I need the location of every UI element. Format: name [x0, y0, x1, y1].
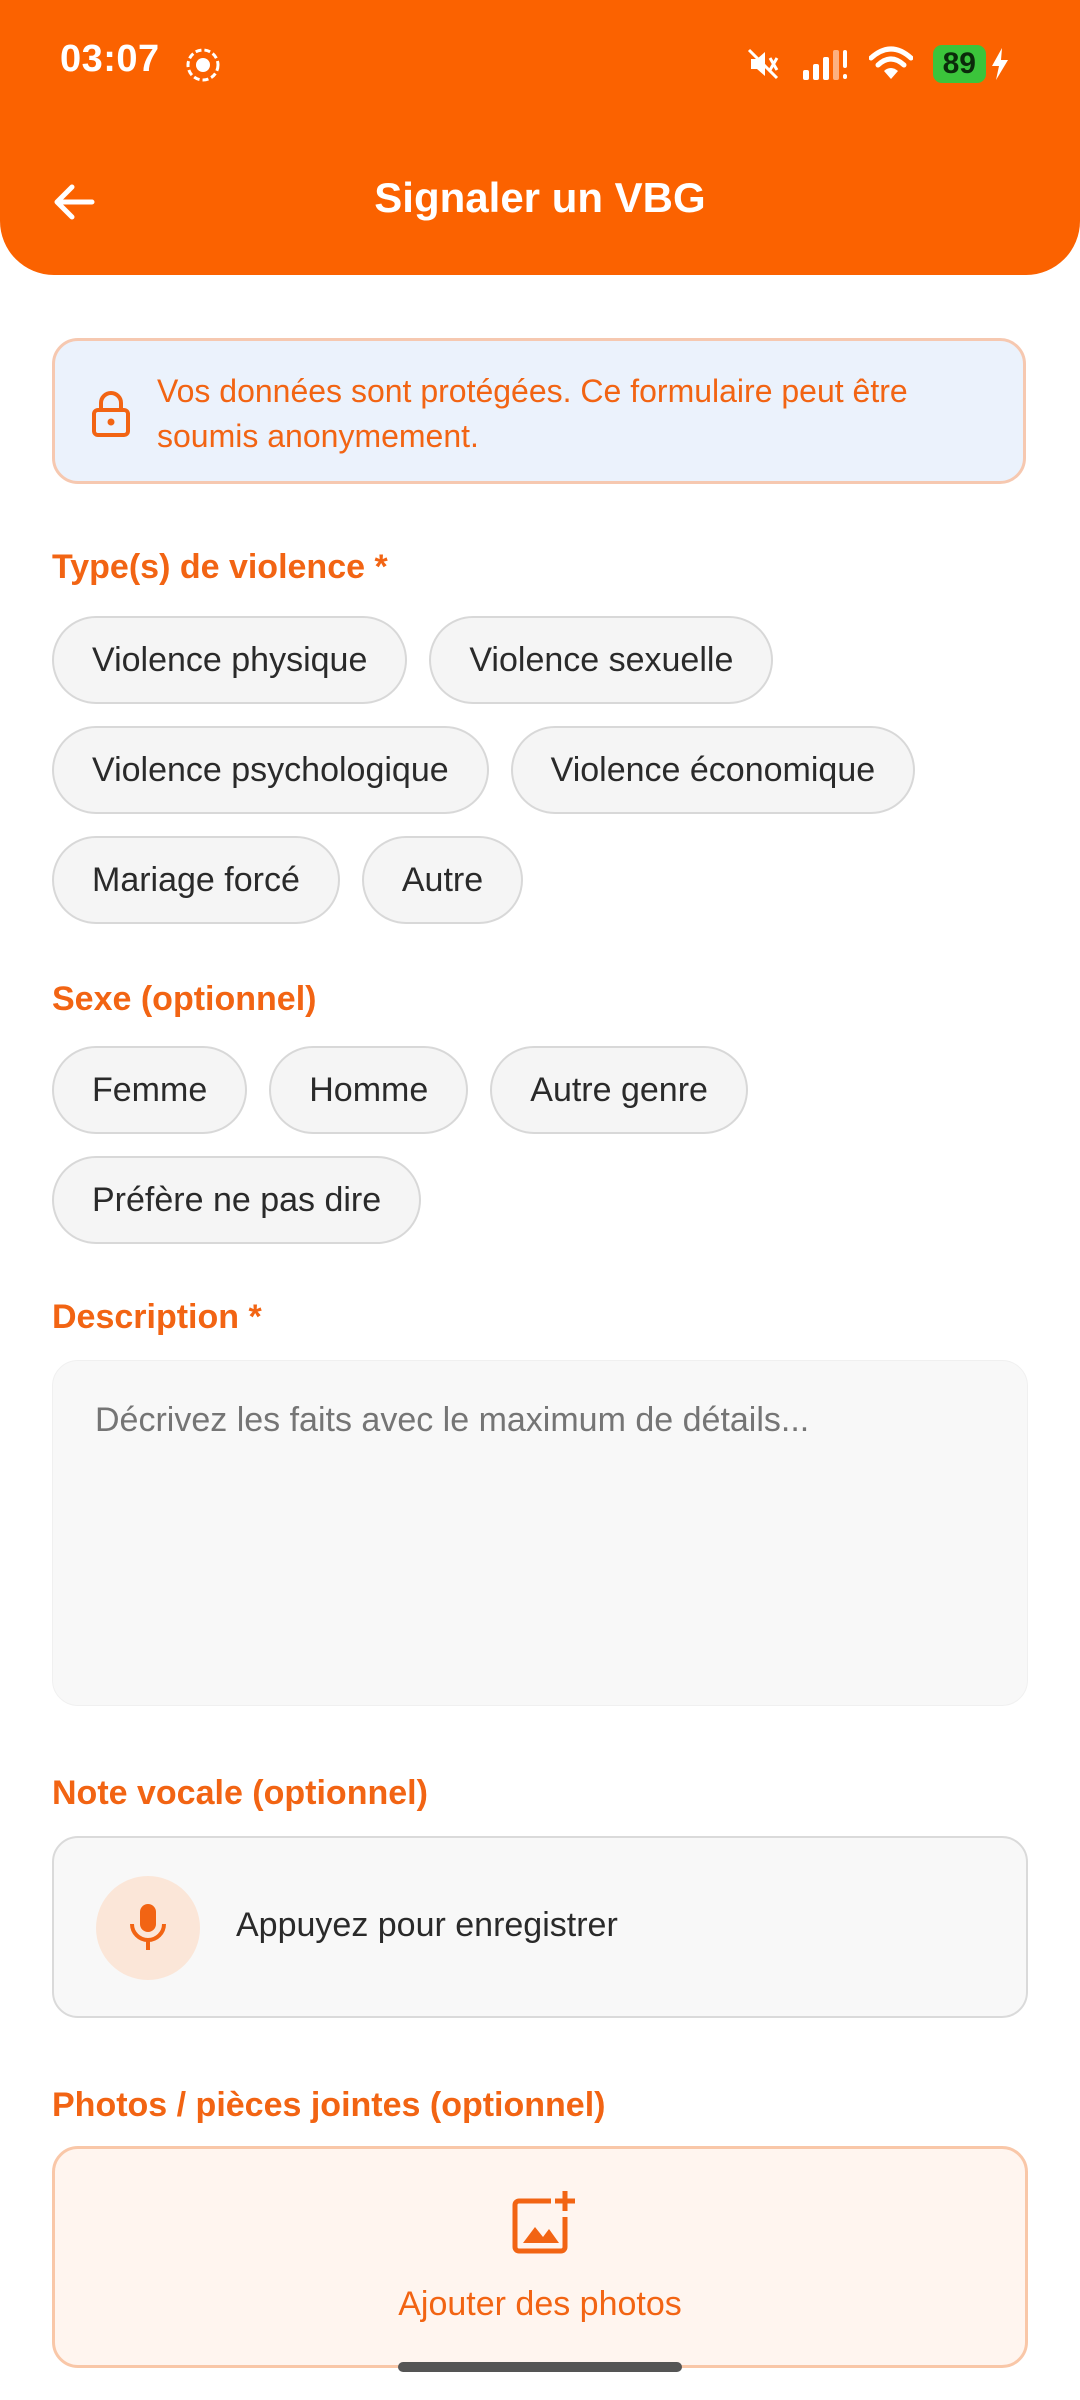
status-icons: 89 [745, 40, 1010, 88]
privacy-notice: Vos données sont protégées. Ce formulair… [52, 338, 1026, 484]
battery-level: 89 [932, 45, 986, 83]
privacy-notice-text: Vos données sont protégées. Ce formulair… [157, 373, 908, 454]
chip-violence-physique[interactable]: Violence physique [52, 616, 408, 704]
description-label: Description * [52, 1298, 262, 1336]
lock-icon [92, 391, 130, 437]
home-indicator[interactable] [398, 2362, 682, 2372]
chip-homme[interactable]: Homme [269, 1046, 469, 1134]
sexe-chips: Femme Homme Autre genre Préfère ne pas d… [52, 1046, 1028, 1266]
battery-indicator: 89 [932, 45, 1010, 83]
violence-type-chips: Violence physique Violence sexuelle Viol… [52, 616, 1028, 946]
add-photo-icon [512, 2191, 575, 2254]
record-voice-button[interactable]: Appuyez pour enregistrer [52, 1836, 1028, 2018]
charging-icon [992, 48, 1008, 80]
mic-button[interactable] [96, 1876, 200, 1980]
wifi-icon [868, 46, 913, 79]
voice-note-label: Note vocale (optionnel) [52, 1774, 428, 1812]
chip-prefere-ne-pas-dire[interactable]: Préfère ne pas dire [52, 1156, 422, 1244]
violence-type-label: Type(s) de violence * [52, 548, 388, 586]
add-photos-label: Ajouter des photos [398, 2285, 682, 2323]
attachments-label: Photos / pièces jointes (optionnel) [52, 2086, 606, 2124]
page-title: Signaler un VBG [374, 174, 706, 221]
chip-violence-sexuelle[interactable]: Violence sexuelle [429, 616, 774, 704]
chip-autre-genre[interactable]: Autre genre [490, 1046, 748, 1134]
chip-femme[interactable]: Femme [52, 1046, 248, 1134]
microphone-icon [130, 1904, 166, 1950]
chip-autre[interactable]: Autre [361, 836, 524, 924]
status-bar: 03:07 89 [0, 0, 1080, 130]
mute-icon [747, 48, 778, 80]
description-input[interactable] [52, 1360, 1028, 1706]
voice-note-action: Appuyez pour enregistrer [236, 1906, 618, 1944]
signal-icon [802, 50, 847, 80]
sexe-label: Sexe (optionnel) [52, 980, 317, 1018]
status-time: 03:07 [60, 38, 160, 80]
report-form: Vos données sont protégées. Ce formulair… [52, 338, 1028, 2368]
chip-violence-economique[interactable]: Violence économique [510, 726, 916, 814]
add-photos-button[interactable]: Ajouter des photos [52, 2146, 1028, 2368]
title-row: Signaler un VBG [0, 160, 1080, 240]
screen-record-icon [186, 48, 220, 82]
app-header: 03:07 89 Signaler un VBG [0, 0, 1080, 275]
chip-mariage-force[interactable]: Mariage forcé [52, 836, 340, 924]
chip-violence-psychologique[interactable]: Violence psychologique [52, 726, 489, 814]
